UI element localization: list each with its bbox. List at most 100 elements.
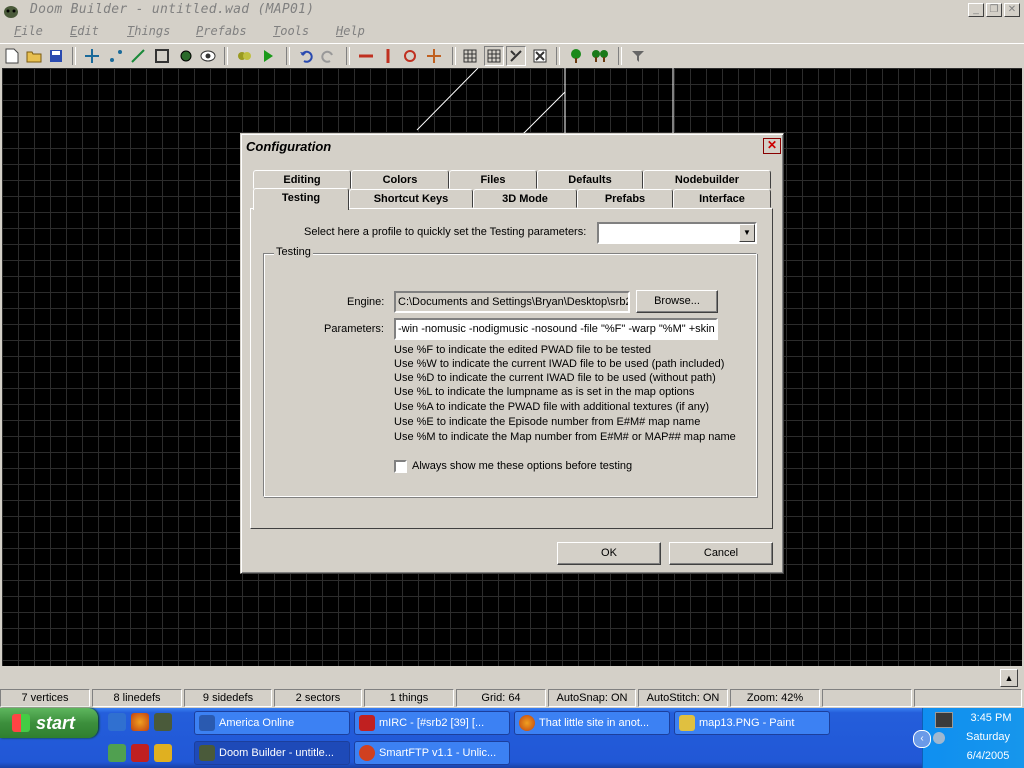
cancel-button[interactable]: Cancel xyxy=(669,542,773,565)
sectors-icon[interactable] xyxy=(152,46,172,66)
status-sectors: 2 sectors xyxy=(274,689,362,707)
tray-network-icon[interactable] xyxy=(933,732,945,744)
test-map-icon[interactable] xyxy=(258,46,278,66)
testing-tab-panel: Select here a profile to quickly set the… xyxy=(250,208,773,529)
status-things: 1 things xyxy=(364,689,454,707)
resize-icon[interactable] xyxy=(424,46,444,66)
task-smartftp[interactable]: SmartFTP v1.1 - Unlic... xyxy=(354,741,510,765)
quicklaunch-mirc-icon[interactable] xyxy=(131,744,149,762)
clock-day: Saturday xyxy=(965,731,1011,743)
menu-file[interactable]: File xyxy=(14,24,43,38)
group-label: Testing xyxy=(274,246,313,258)
task-mirc[interactable]: mIRC - [#srb2 [39] [... xyxy=(354,711,510,735)
menu-prefabs[interactable]: Prefabs xyxy=(196,24,247,38)
status-autostitch: AutoStitch: ON xyxy=(638,689,728,707)
redo-icon[interactable] xyxy=(318,46,338,66)
menu-help[interactable]: Help xyxy=(336,24,365,38)
smartftp-icon xyxy=(359,745,375,761)
hint-line: Use %A to indicate the PWAD file with ad… xyxy=(394,401,710,413)
filter-icon[interactable] xyxy=(628,46,648,66)
tray-collapse-chevron-icon[interactable]: ‹ xyxy=(913,730,931,748)
task-firefox[interactable]: That little site in anot... xyxy=(514,711,670,735)
quicklaunch-firefox-icon[interactable] xyxy=(131,713,149,731)
aol-icon xyxy=(199,715,215,731)
flip-vertical-icon[interactable] xyxy=(378,46,398,66)
move-icon[interactable] xyxy=(82,46,102,66)
quicklaunch-app-icon[interactable] xyxy=(108,744,126,762)
profile-select[interactable]: ▼ xyxy=(597,222,757,244)
task-aol[interactable]: America Online xyxy=(194,711,350,735)
engine-label: Engine: xyxy=(347,296,385,308)
hint-line: Use %M to indicate the Map number from E… xyxy=(394,431,736,443)
tab-colors[interactable]: Colors xyxy=(351,170,449,189)
menu-things[interactable]: Things xyxy=(127,24,170,38)
forest-icon[interactable] xyxy=(590,46,610,66)
doom-builder-icon xyxy=(199,745,215,761)
status-grid: Grid: 64 xyxy=(456,689,546,707)
parameters-input[interactable]: -win -nomusic -nodigmusic -nosound -file… xyxy=(394,318,718,340)
close-icon[interactable]: ✕ xyxy=(1004,3,1020,17)
new-file-icon[interactable] xyxy=(2,46,22,66)
quicklaunch-doom-icon[interactable] xyxy=(154,713,172,731)
undo-icon[interactable] xyxy=(296,46,316,66)
engine-field[interactable]: C:\Documents and Settings\Bryan\Desktop\… xyxy=(394,291,630,313)
scroll-up-button[interactable]: ▲ xyxy=(1000,669,1018,687)
3d-mode-icon[interactable] xyxy=(198,46,218,66)
task-paint[interactable]: map13.PNG - Paint xyxy=(674,711,830,735)
minimize-icon[interactable]: _ xyxy=(968,3,984,17)
tab-nodebuilder[interactable]: Nodebuilder xyxy=(643,170,771,189)
task-doom-builder[interactable]: Doom Builder - untitle... xyxy=(194,741,350,765)
dialog-close-icon[interactable]: ✕ xyxy=(763,138,781,154)
things-icon[interactable] xyxy=(176,46,196,66)
status-linedefs: 8 linedefs xyxy=(92,689,182,707)
flip-icon[interactable] xyxy=(356,46,376,66)
save-icon[interactable] xyxy=(46,46,66,66)
always-show-label: Always show me these options before test… xyxy=(412,460,633,472)
windows-flag-icon xyxy=(12,714,30,732)
tab-shortcut-keys[interactable]: Shortcut Keys xyxy=(349,189,473,208)
grid-icon[interactable] xyxy=(460,46,480,66)
dialog-title: Configuration xyxy=(246,139,332,154)
restore-icon[interactable]: ❐ xyxy=(986,3,1002,17)
title-bar[interactable]: Doom Builder - untitled.wad (MAP01) _ ❐ … xyxy=(0,0,1024,22)
tab-files[interactable]: Files xyxy=(449,170,537,189)
configuration-dialog: Configuration ✕ Editing Colors Files Def… xyxy=(240,133,784,574)
mirc-icon xyxy=(359,715,375,731)
clock-time[interactable]: 3:45 PM xyxy=(959,712,1023,724)
tab-prefabs[interactable]: Prefabs xyxy=(577,189,673,208)
tab-testing[interactable]: Testing xyxy=(253,188,349,210)
tab-3d-mode[interactable]: 3D Mode xyxy=(473,189,577,208)
vertices-icon[interactable] xyxy=(106,46,126,66)
window-title: Doom Builder - untitled.wad (MAP01) xyxy=(30,2,315,17)
start-button[interactable]: start xyxy=(0,708,98,738)
tree-icon[interactable] xyxy=(566,46,586,66)
chevron-down-icon[interactable]: ▼ xyxy=(739,224,755,242)
menu-edit[interactable]: Edit xyxy=(70,24,99,38)
hint-line: Use %F to indicate the edited PWAD file … xyxy=(394,344,652,356)
menu-tools[interactable]: Tools xyxy=(273,24,309,38)
quicklaunch-pencil-icon[interactable] xyxy=(154,744,172,762)
linedefs-icon[interactable] xyxy=(128,46,148,66)
tab-editing[interactable]: Editing xyxy=(253,170,351,189)
stitch-icon[interactable] xyxy=(506,46,526,66)
error-check-icon[interactable] xyxy=(530,46,550,66)
status-autosnap: AutoSnap: ON xyxy=(548,689,636,707)
status-empty xyxy=(914,689,1022,707)
tab-interface[interactable]: Interface xyxy=(673,189,771,208)
snap-grid-icon[interactable] xyxy=(484,46,504,66)
parameters-label: Parameters: xyxy=(324,323,384,335)
open-folder-icon[interactable] xyxy=(24,46,44,66)
tray-power-icon[interactable] xyxy=(935,712,953,728)
status-bar: 7 vertices 8 linedefs 9 sidedefs 2 secto… xyxy=(0,688,1024,708)
status-vertices: 7 vertices xyxy=(0,689,90,707)
tab-defaults[interactable]: Defaults xyxy=(537,170,643,189)
doom-builder-app-icon[interactable] xyxy=(3,3,19,19)
profile-label: Select here a profile to quickly set the… xyxy=(304,226,587,238)
build-nodes-icon[interactable] xyxy=(234,46,254,66)
ok-button[interactable]: OK xyxy=(557,542,661,565)
system-tray: ‹ 3:45 PM Saturday 6/4/2005 xyxy=(913,708,1024,768)
browse-button[interactable]: Browse... xyxy=(636,290,718,313)
rotate-icon[interactable] xyxy=(400,46,420,66)
quicklaunch-ie-icon[interactable] xyxy=(108,713,126,731)
always-show-checkbox[interactable] xyxy=(394,460,407,473)
